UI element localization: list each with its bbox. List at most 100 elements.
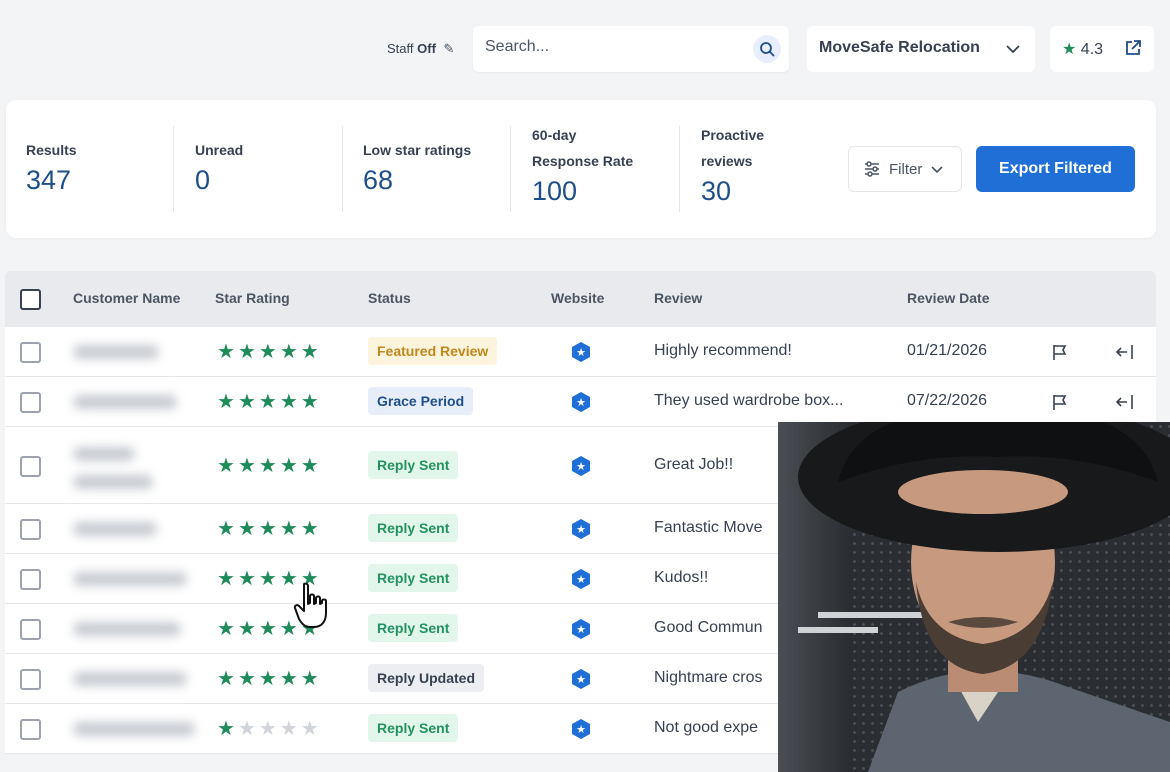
customer-name-redacted — [73, 722, 195, 736]
website-badge-icon[interactable]: ★ — [570, 391, 592, 413]
review-text[interactable]: They used wardrobe box... — [654, 392, 843, 410]
filled-star-icon: ★ — [258, 391, 280, 413]
website-badge-icon[interactable]: ★ — [570, 518, 592, 540]
search-input[interactable] — [485, 38, 735, 56]
flag-icon[interactable] — [1051, 393, 1069, 411]
row-checkbox[interactable] — [20, 569, 41, 590]
flag-icon[interactable] — [1051, 343, 1069, 361]
review-text[interactable]: Not good expe — [654, 719, 758, 737]
stat-label: Response Rate — [532, 153, 634, 169]
status-badge: Reply Sent — [368, 564, 459, 592]
website-badge-icon[interactable]: ★ — [570, 455, 592, 477]
filled-star-icon: ★ — [258, 518, 280, 540]
row-checkbox[interactable] — [20, 455, 41, 477]
star-rating: ★★★★★ — [217, 716, 322, 741]
review-text[interactable]: Kudos!! — [654, 569, 708, 587]
star-rating: ★★★★★ — [217, 339, 322, 364]
filled-star-icon: ★ — [300, 341, 322, 363]
review-text[interactable]: Nightmare cros — [654, 669, 762, 687]
stat-value: 347 — [26, 165, 72, 195]
website-badge-icon[interactable]: ★ — [570, 618, 592, 640]
filled-star-icon: ★ — [237, 568, 259, 590]
stat-label: Results — [26, 142, 77, 158]
review-text[interactable]: Great Job!! — [654, 456, 733, 474]
status-badge: Reply Sent — [368, 714, 459, 742]
review-text[interactable]: Good Commun — [654, 619, 763, 637]
filled-star-icon: ★ — [217, 618, 238, 640]
svg-text:★: ★ — [576, 673, 586, 686]
filled-star-icon: ★ — [237, 341, 259, 363]
presenter-figure — [798, 422, 1170, 772]
filter-label: Filter — [889, 160, 923, 178]
row-checkbox[interactable] — [20, 392, 41, 413]
empty-star-icon: ★ — [300, 718, 322, 740]
stat-unread: Unread 0 — [195, 137, 243, 275]
header-customer-name[interactable]: Customer Name — [73, 290, 180, 306]
staff-state: Off — [417, 41, 436, 56]
row-checkbox[interactable] — [20, 669, 41, 690]
stat-response-rate: 60-day Response Rate 100 — [532, 122, 633, 260]
header-review[interactable]: Review — [654, 290, 702, 306]
filled-star-icon: ★ — [279, 341, 301, 363]
svg-text:★: ★ — [576, 523, 586, 536]
empty-star-icon: ★ — [279, 718, 301, 740]
filled-star-icon: ★ — [237, 618, 259, 640]
hand-cursor-icon — [293, 582, 327, 628]
filled-star-icon: ★ — [237, 518, 259, 540]
open-panel-icon[interactable] — [1115, 343, 1135, 361]
header-website[interactable]: Website — [551, 290, 604, 306]
svg-text:★: ★ — [576, 623, 586, 636]
search-box — [473, 26, 789, 72]
website-badge-icon[interactable]: ★ — [570, 668, 592, 690]
row-checkbox[interactable] — [20, 342, 41, 363]
export-filtered-button[interactable]: Export Filtered — [976, 146, 1135, 192]
company-name: MoveSafe Relocation — [819, 39, 980, 56]
company-selector[interactable]: MoveSafe Relocation — [807, 26, 1035, 72]
stat-value: 100 — [532, 176, 578, 206]
open-panel-icon[interactable] — [1115, 393, 1135, 411]
review-text[interactable]: Highly recommend! — [654, 342, 792, 360]
svg-text:★: ★ — [576, 723, 586, 736]
website-badge-icon[interactable]: ★ — [570, 718, 592, 740]
select-all-checkbox[interactable] — [20, 289, 41, 310]
divider — [342, 126, 343, 212]
stat-value: 68 — [363, 165, 394, 195]
row-checkbox[interactable] — [20, 719, 41, 740]
filter-button[interactable]: Filter — [848, 146, 962, 192]
filled-star-icon: ★ — [300, 454, 322, 477]
star-rating: ★★★★★ — [217, 389, 322, 414]
header-review-date[interactable]: Review Date — [907, 290, 989, 306]
chevron-down-icon — [931, 166, 943, 174]
stat-value: 0 — [195, 165, 211, 195]
status-badge: Featured Review — [368, 337, 498, 365]
webcam-overlay — [778, 422, 1170, 772]
stat-proactive: Proactive reviews 30 — [701, 122, 764, 260]
customer-name-redacted — [73, 395, 177, 409]
table-row[interactable]: ★★★★★ Grace Period ★ They used wardrobe box… — [5, 377, 1156, 427]
filled-star-icon: ★ — [258, 618, 280, 640]
svg-text:★: ★ — [576, 460, 586, 473]
header-status[interactable]: Status — [368, 290, 411, 306]
row-checkbox[interactable] — [20, 619, 41, 640]
table-row[interactable]: ★★★★★ Featured Review ★ Highly recommend! 01… — [5, 327, 1156, 377]
filled-star-icon: ★ — [217, 518, 238, 540]
stat-label: Proactive — [701, 127, 765, 143]
filled-star-icon: ★ — [279, 454, 301, 477]
staff-toggle[interactable]: Staff Off ✎ — [387, 41, 454, 57]
divider — [510, 126, 511, 212]
website-badge-icon[interactable]: ★ — [570, 568, 592, 590]
rating-value: 4.3 — [1080, 41, 1104, 58]
website-badge-icon[interactable]: ★ — [570, 341, 592, 363]
filled-star-icon: ★ — [279, 518, 301, 540]
overall-rating[interactable]: ★ 4.3 — [1050, 26, 1154, 72]
stats-card: Results 347 Unread 0 Low star ratings 68… — [6, 100, 1156, 238]
external-link-icon[interactable] — [1124, 39, 1142, 62]
table-header: Customer Name Star Rating Status Website… — [5, 271, 1156, 327]
header-star-rating[interactable]: Star Rating — [215, 290, 290, 306]
row-checkbox[interactable] — [20, 519, 41, 540]
svg-text:★: ★ — [576, 346, 586, 359]
chevron-down-icon — [1005, 41, 1021, 62]
search-icon[interactable] — [753, 35, 781, 63]
review-text[interactable]: Fantastic Move — [654, 519, 762, 537]
filled-star-icon: ★ — [217, 668, 238, 690]
